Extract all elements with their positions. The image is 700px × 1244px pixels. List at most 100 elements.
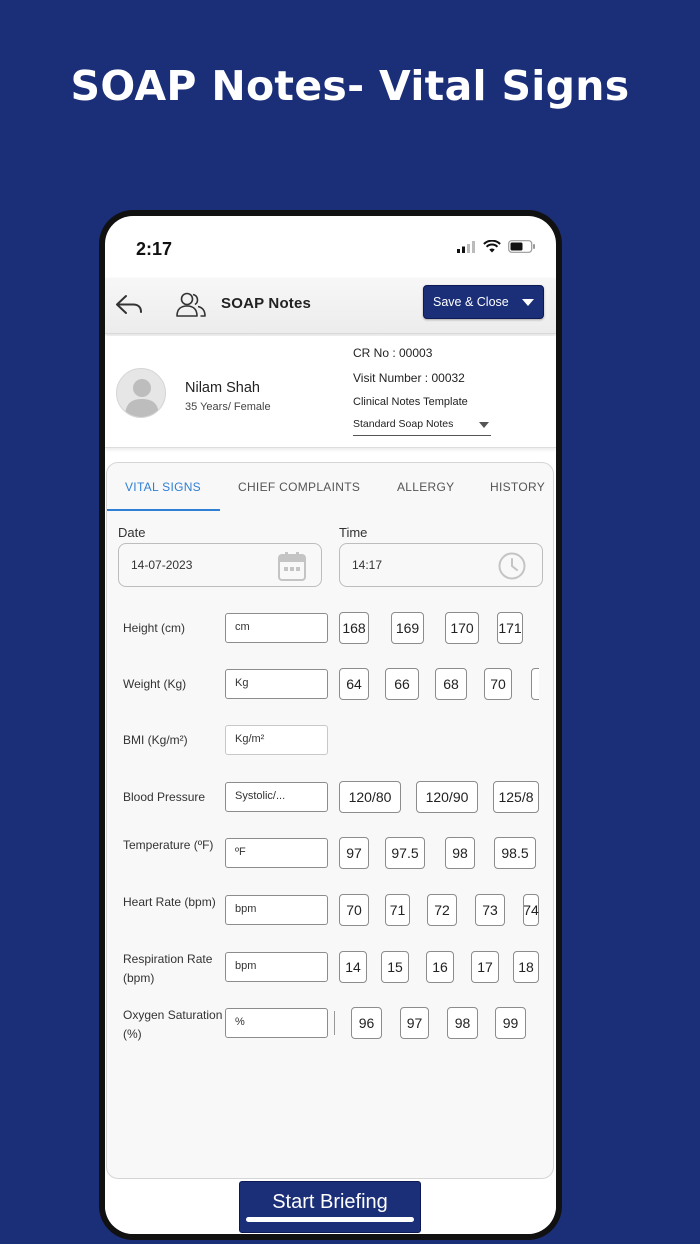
value-chip[interactable]: 72 (427, 894, 457, 926)
start-briefing-label: Start Briefing (272, 1191, 388, 1213)
value-chip[interactable]: 74 (523, 894, 539, 926)
battery-icon (508, 240, 535, 253)
value-chip[interactable]: 15 (381, 951, 409, 983)
person-icon (125, 379, 159, 417)
vital-label-blood-pressure: Blood Pressure (123, 790, 206, 804)
cr-number: CR No : 00003 (353, 346, 433, 360)
value-chip[interactable]: 17 (471, 951, 499, 983)
vital-label-weight: Weight (Kg) (123, 677, 187, 691)
bottom-area: Start Briefing (105, 1179, 556, 1234)
value-chip[interactable]: 168 (339, 612, 369, 644)
save-close-button[interactable]: Save & Close (423, 285, 544, 319)
value-chip[interactable]: 96 (351, 1007, 382, 1039)
value-chip[interactable]: 120/80 (339, 781, 401, 813)
value-chip[interactable]: 18 (513, 951, 539, 983)
status-bar: 2:17 (105, 216, 556, 278)
tab-bar: VITAL SIGNS CHIEF COMPLAINTS ALLERGY HIS… (107, 463, 553, 511)
chip-group-height: 168 169 170 171 (339, 612, 539, 646)
value-chip[interactable]: 71 (385, 894, 410, 926)
vital-input-blood-pressure[interactable]: Systolic/... (225, 782, 328, 812)
value-chip[interactable]: 98.5 (494, 837, 536, 869)
chevron-down-icon[interactable] (522, 299, 534, 306)
active-tab-indicator (107, 509, 220, 511)
vital-label-bmi: BMI (Kg/m²) (123, 733, 188, 747)
tab-allergy[interactable]: ALLERGY (397, 480, 454, 494)
value-chip[interactable]: 16 (426, 951, 454, 983)
vital-input-bmi[interactable]: Kg/m² (225, 725, 328, 755)
value-chip[interactable]: 98 (447, 1007, 478, 1039)
home-indicator (246, 1217, 414, 1222)
time-label: Time (339, 525, 368, 540)
chip-group-weight: 64 66 68 70 (339, 668, 539, 702)
calendar-icon[interactable] (278, 551, 306, 581)
app-bar: SOAP Notes Save & Close (105, 278, 556, 334)
phone-frame: 2:17 SOAP Notes Save & Close Nilam Shah … (99, 210, 562, 1240)
value-chip[interactable]: 125/8 (493, 781, 539, 813)
template-label: Clinical Notes Template (353, 396, 468, 408)
value-chip[interactable]: 64 (339, 668, 369, 700)
date-label: Date (118, 525, 146, 540)
tab-vital-signs[interactable]: VITAL SIGNS (125, 480, 201, 494)
time-field[interactable]: 14:17 (339, 543, 543, 587)
template-select-value: Standard Soap Notes (353, 418, 454, 430)
chevron-down-icon (479, 422, 489, 428)
date-field[interactable]: 14-07-2023 (118, 543, 322, 587)
value-chip[interactable]: 170 (445, 612, 479, 644)
visit-number: Visit Number : 00032 (353, 371, 465, 385)
value-chip[interactable]: 169 (391, 612, 424, 644)
vital-label-respiration-rate: Respiration Rate (bpm) (123, 952, 213, 985)
value-chip[interactable]: 99 (495, 1007, 526, 1039)
chip-group-respiration-rate: 14 15 16 17 18 (339, 951, 539, 985)
value-chip[interactable]: 14 (339, 951, 367, 983)
vital-input-heart-rate[interactable]: bpm (225, 895, 328, 925)
chip-separator (334, 1011, 335, 1035)
value-chip[interactable] (531, 668, 539, 700)
vital-label-temperature: Temperature (ºF) (123, 838, 214, 852)
chip-group-temperature: 97 97.5 98 98.5 (339, 837, 539, 871)
patient-name: Nilam Shah (185, 380, 260, 396)
date-value: 14-07-2023 (131, 558, 193, 572)
value-chip[interactable]: 73 (475, 894, 505, 926)
value-chip[interactable]: 97 (339, 837, 369, 869)
tab-chief-complaints[interactable]: CHIEF COMPLAINTS (238, 480, 360, 494)
value-chip[interactable]: 97 (400, 1007, 429, 1039)
status-icons (457, 240, 536, 253)
users-icon (176, 292, 206, 317)
value-chip[interactable]: 120/90 (416, 781, 478, 813)
wifi-icon (483, 240, 501, 253)
vital-label-heart-rate: Heart Rate (bpm) (123, 895, 216, 909)
phone-screen: 2:17 SOAP Notes Save & Close Nilam Shah … (105, 216, 556, 1234)
vital-input-respiration-rate[interactable]: bpm (225, 952, 328, 982)
clock-icon[interactable] (497, 551, 527, 581)
value-chip[interactable]: 70 (484, 668, 512, 700)
back-icon[interactable] (115, 293, 143, 319)
vitals-card: VITAL SIGNS CHIEF COMPLAINTS ALLERGY HIS… (106, 462, 554, 1179)
vital-label-height: Height (cm) (123, 621, 186, 635)
value-chip[interactable]: 68 (435, 668, 467, 700)
value-chip[interactable]: 171 (497, 612, 523, 644)
time-value: 14:17 (352, 558, 383, 572)
chip-group-oxygen-saturation: 96 97 98 99 (339, 1007, 539, 1041)
patient-age-gender: 35 Years/ Female (185, 401, 271, 413)
vital-label-oxygen-saturation: Oxygen Saturation (%) (123, 1008, 223, 1041)
patient-card: Nilam Shah 35 Years/ Female CR No : 0000… (105, 336, 556, 448)
avatar (116, 368, 166, 418)
save-close-label: Save & Close (433, 295, 509, 309)
template-select[interactable]: Standard Soap Notes (353, 418, 491, 436)
vital-input-temperature[interactable]: ºF (225, 838, 328, 868)
signal-icon (457, 240, 475, 253)
value-chip[interactable]: 66 (385, 668, 419, 700)
vital-input-weight[interactable]: Kg (225, 669, 328, 699)
tab-history[interactable]: HISTORY (490, 480, 545, 494)
status-time: 2:17 (136, 239, 173, 259)
value-chip[interactable]: 98 (445, 837, 475, 869)
start-briefing-button[interactable]: Start Briefing (239, 1181, 421, 1233)
vital-input-oxygen-saturation[interactable]: % (225, 1008, 328, 1038)
chip-group-blood-pressure: 120/80 120/90 125/8 (339, 781, 539, 815)
vital-input-height[interactable]: cm (225, 613, 328, 643)
app-title: SOAP Notes (221, 295, 312, 312)
value-chip[interactable]: 97.5 (385, 837, 425, 869)
value-chip[interactable]: 70 (339, 894, 369, 926)
chip-group-heart-rate: 70 71 72 73 74 (339, 894, 539, 928)
page-headline: SOAP Notes- Vital Signs (70, 62, 630, 110)
